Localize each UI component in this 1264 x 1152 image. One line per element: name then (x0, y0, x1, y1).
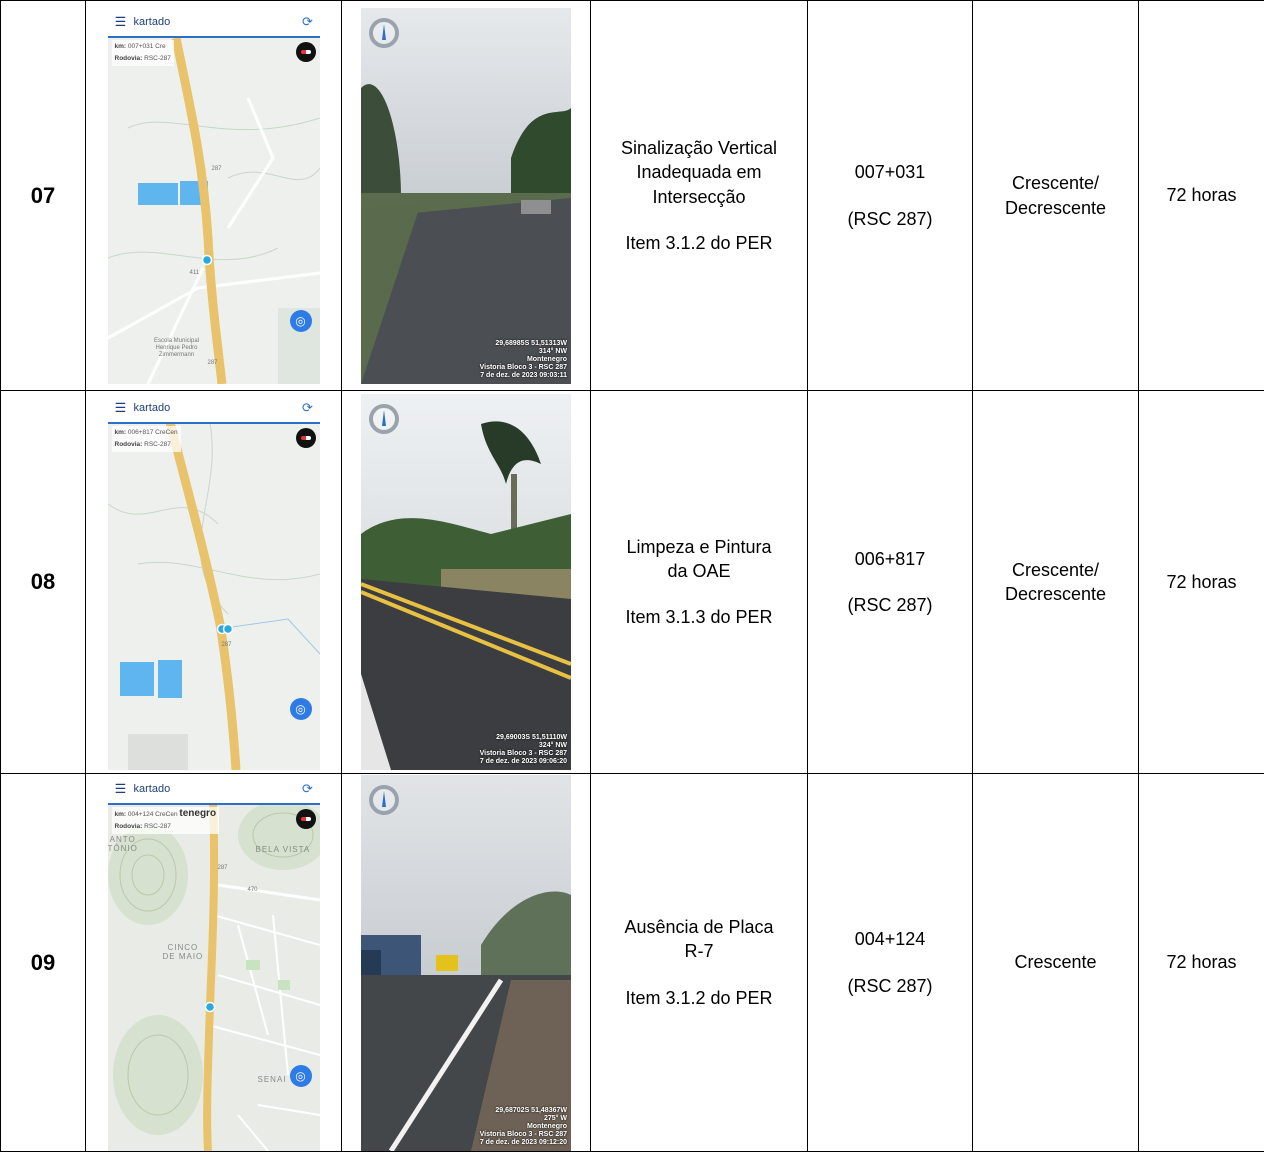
side-road-label: 411 (190, 270, 200, 277)
description-line: da OAE (591, 559, 807, 583)
reference-text: Item 3.1.3 do PER (591, 605, 807, 629)
item-number: 07 (1, 1, 86, 391)
reference-text: Item 3.1.2 do PER (591, 986, 807, 1010)
direction-line: Crescente/ (973, 558, 1138, 582)
description-line: Sinalização Vertical (591, 136, 807, 160)
app-title: kartado (134, 783, 296, 795)
description-cell: Ausência de Placa R-7 Item 3.1.2 do PER (591, 774, 808, 1152)
direction-cell: Crescente/ Decrescente (973, 1, 1139, 391)
map-screenshot: ☰ kartado ⟳ km: 006+817 CreCen Rodovia: … (108, 394, 320, 770)
school-label: Escola Municipal Henrique Pedro Zimmerma… (142, 338, 212, 359)
info-box: km: 004+124 CreCen tenegro Rodovia: RSC-… (112, 807, 220, 834)
deadline-cell: 72 horas (1139, 1, 1264, 391)
road-number-label: 287 (222, 642, 232, 649)
place-label: SENAI (258, 1075, 287, 1084)
direction-line: Decrescente (973, 582, 1138, 606)
photo-overlay: 29,69003S 51,51110W 324° NW Vistoria Blo… (480, 734, 567, 766)
map-screenshot: ☰ kartado ⟳ km: 007+031 Cre Rodovia: RSC… (108, 8, 320, 384)
app-bar: ☰ kartado ⟳ (108, 8, 320, 38)
table-row: 08 ☰ kartado (1, 391, 1264, 774)
photo-cell: 29,69003S 51,51110W 324° NW Vistoria Blo… (342, 391, 591, 774)
info-box: km: 006+817 CreCen Rodovia: RSC-287 (112, 426, 181, 452)
app-bar: ☰ kartado ⟳ (108, 394, 320, 424)
road-number-label: 287 (212, 166, 222, 173)
compass-icon (369, 785, 399, 815)
description-line: Inadequada em (591, 160, 807, 184)
app-title: kartado (134, 16, 296, 28)
item-number: 08 (1, 391, 86, 774)
direction-line: Crescente (973, 950, 1138, 974)
description-line: R-7 (591, 939, 807, 963)
info-box: km: 007+031 Cre Rodovia: RSC-287 (112, 40, 174, 66)
table-row: 09 (1, 774, 1264, 1152)
table-row: 07 ☰ kart (1, 1, 1264, 391)
road-number-label: 287 (208, 360, 218, 367)
map-cell: ☰ kartado ⟳ km: 007+031 Cre Rodovia: RSC… (86, 1, 342, 391)
road-number-label: 287 (218, 865, 228, 872)
description-cell: Limpeza e Pintura da OAE Item 3.1.3 do P… (591, 391, 808, 774)
site-photo: 29,69003S 51,51110W 324° NW Vistoria Blo… (361, 394, 571, 770)
direction-line: Decrescente (973, 196, 1138, 220)
photo-overlay: 29,68702S 51,48367W 275° W Montenegro Vi… (480, 1107, 567, 1147)
map-cell: ☰ kartado ⟳ km: 006+817 CreCen Rodovia: … (86, 391, 342, 774)
photo-cell: 29,68702S 51,48367W 275° W Montenegro Vi… (342, 774, 591, 1152)
road-code: (RSC 287) (808, 974, 972, 998)
km-value: 006+817 (808, 547, 972, 571)
compass-icon (369, 404, 399, 434)
direction-cell: Crescente (973, 774, 1139, 1152)
compass-icon[interactable] (296, 428, 316, 448)
photo-overlay: 29,68985S 51,51313W 314° NW Montenegro V… (480, 340, 567, 380)
reference-text: Item 3.1.2 do PER (591, 231, 807, 255)
locate-icon[interactable]: ◎ (290, 698, 312, 720)
item-number: 09 (1, 774, 86, 1152)
site-photo: 29,68702S 51,48367W 275° W Montenegro Vi… (361, 775, 571, 1151)
sync-icon[interactable]: ⟳ (296, 781, 320, 797)
location-cell: 007+031 (RSC 287) (808, 1, 973, 391)
road-code: (RSC 287) (808, 593, 972, 617)
sync-icon[interactable]: ⟳ (296, 14, 320, 30)
place-label: ANTO TÔNIO (108, 835, 138, 853)
sync-icon[interactable]: ⟳ (296, 400, 320, 416)
description-cell: Sinalização Vertical Inadequada em Inter… (591, 1, 808, 391)
description-line: Ausência de Placa (591, 915, 807, 939)
location-cell: 006+817 (RSC 287) (808, 391, 973, 774)
place-label: CINCO DE MAIO (163, 943, 204, 961)
side-road-label: 470 (248, 887, 258, 894)
menu-icon[interactable]: ☰ (108, 781, 134, 797)
km-value: 004+124 (808, 927, 972, 951)
inspection-table: 07 ☰ kart (0, 0, 1264, 1152)
deadline-cell: 72 horas (1139, 774, 1264, 1152)
deadline-cell: 72 horas (1139, 391, 1264, 774)
site-photo: 29,68985S 51,51313W 314° NW Montenegro V… (361, 8, 571, 384)
compass-icon (369, 18, 399, 48)
compass-icon[interactable] (296, 42, 316, 62)
locate-icon[interactable]: ◎ (290, 1065, 312, 1087)
place-label: BELA VISTA (256, 845, 311, 854)
menu-icon[interactable]: ☰ (108, 14, 134, 30)
photo-cell: 29,68985S 51,51313W 314° NW Montenegro V… (342, 1, 591, 391)
map-screenshot: ☰ kartado ⟳ km: 004+124 CreCen tenegro R… (108, 775, 320, 1151)
city-label: tenegro (179, 808, 216, 819)
location-cell: 004+124 (RSC 287) (808, 774, 973, 1152)
locate-icon[interactable]: ◎ (290, 310, 312, 332)
description-line: Intersecção (591, 185, 807, 209)
map-cell: ☰ kartado ⟳ km: 004+124 CreCen tenegro R… (86, 774, 342, 1152)
km-value: 007+031 (808, 160, 972, 184)
compass-icon[interactable] (296, 809, 316, 829)
app-title: kartado (134, 402, 296, 414)
description-line: Limpeza e Pintura (591, 535, 807, 559)
direction-line: Crescente/ (973, 171, 1138, 195)
direction-cell: Crescente/ Decrescente (973, 391, 1139, 774)
road-code: (RSC 287) (808, 207, 972, 231)
menu-icon[interactable]: ☰ (108, 400, 134, 416)
app-bar: ☰ kartado ⟳ (108, 775, 320, 805)
